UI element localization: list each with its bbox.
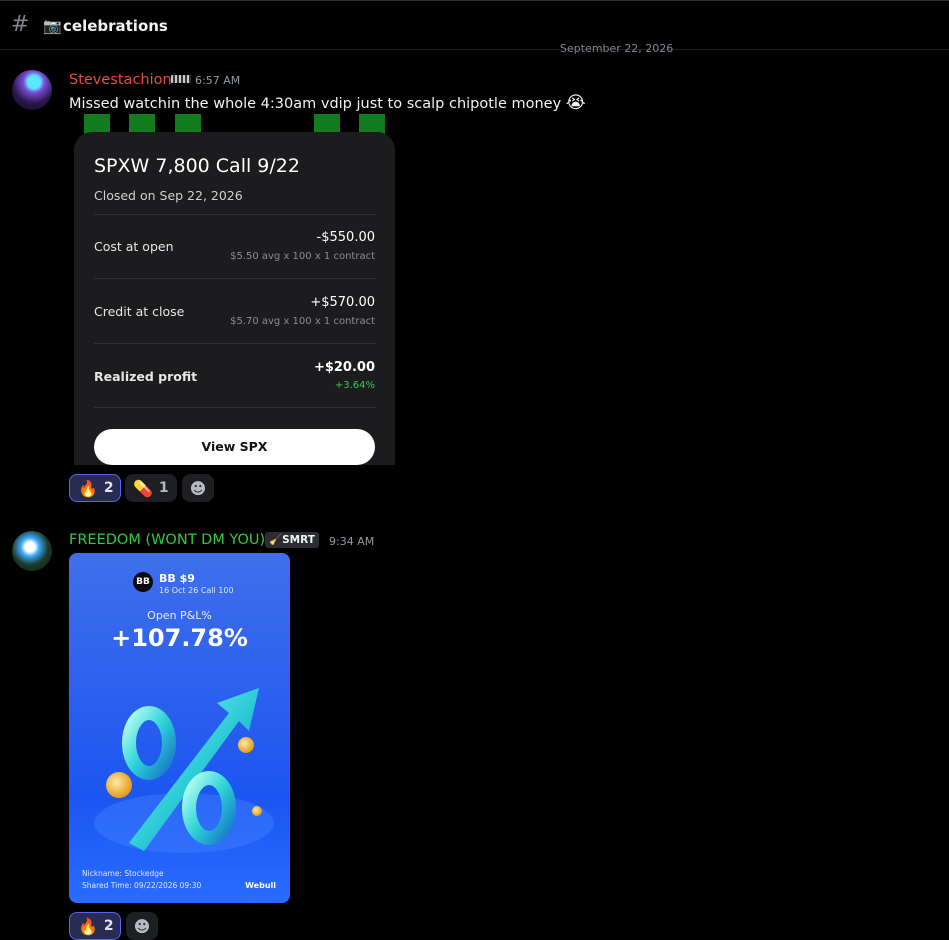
username[interactable]: Stevestachion xyxy=(69,71,172,89)
channel-header: # 📷 celebrations xyxy=(0,0,949,50)
reaction-count: 2 xyxy=(103,480,114,496)
image-attachment[interactable]: BB BB $9 16 Oct 26 Call 100 Open P&L% +1… xyxy=(69,553,290,903)
trade-title: SPXW 7,800 Call 9/22 xyxy=(94,155,300,177)
fire-emoji: 🔥 xyxy=(78,478,98,498)
contract: 16 Oct 26 Call 100 xyxy=(159,586,234,595)
ticker: BB $9 xyxy=(159,572,195,585)
fire-emoji: 🔥 xyxy=(78,916,98,936)
row-label: Cost at open xyxy=(94,239,174,254)
badge-label: SMRT xyxy=(282,534,315,546)
message-timestamp: 9:34 AM xyxy=(329,535,375,548)
smiley-face-icon: ☻ xyxy=(133,916,151,936)
view-spx-button: View SPX xyxy=(94,429,375,465)
pnl-label: Open P&L% xyxy=(147,609,212,622)
reaction-count: 2 xyxy=(103,918,114,934)
camera-emoji: 📷 xyxy=(43,17,62,35)
row-label: Credit at close xyxy=(94,304,185,319)
channel-name[interactable]: celebrations xyxy=(63,17,168,35)
divider xyxy=(94,407,376,408)
hash-icon: # xyxy=(11,12,30,37)
row-value: -$550.00 xyxy=(316,230,375,245)
message-timestamp: 6:57 AM xyxy=(195,74,241,87)
percent-arrow-illustration xyxy=(94,688,274,853)
reaction-pill[interactable]: 💊 1 xyxy=(125,474,177,502)
pnl-value: +107.78% xyxy=(111,624,248,652)
reaction-fire[interactable]: 🔥 2 xyxy=(69,474,121,502)
nickname: Nickname: Stockedge xyxy=(82,869,164,878)
divider xyxy=(94,343,376,344)
row-value: +$570.00 xyxy=(310,295,375,310)
reaction-fire[interactable]: 🔥 2 xyxy=(69,912,121,940)
add-reaction-button[interactable]: ☻ xyxy=(182,474,214,502)
username[interactable]: FREEDOM (WONT DM YOU) xyxy=(69,531,265,549)
date-divider: September 22, 2026 xyxy=(560,42,674,55)
message-text: Missed watchin the whole 4:30am vdip jus… xyxy=(69,93,586,114)
trade-card: SPXW 7,800 Call 9/22 Closed on Sep 22, 2… xyxy=(74,132,395,465)
reaction-count: 1 xyxy=(158,480,169,496)
crying-emoji: 😭 xyxy=(565,93,586,113)
divider xyxy=(94,214,376,215)
add-reaction-button[interactable]: ☻ xyxy=(126,912,158,940)
broom-emoji: 🧹 xyxy=(269,534,283,546)
webull-logo: Webull xyxy=(245,881,276,890)
blackberry-logo: BB xyxy=(133,572,153,592)
shared-time: Shared Time: 09/22/2026 09:30 xyxy=(82,881,202,890)
smiley-face-icon: ☻ xyxy=(189,478,207,498)
message-body: Missed watchin the whole 4:30am vdip jus… xyxy=(69,96,562,112)
row-detail: $5.70 avg x 100 x 1 contract xyxy=(230,316,375,327)
image-attachment[interactable]: SPXW 7,800 Call 9/22 Closed on Sep 22, 2… xyxy=(69,114,400,465)
trade-subtitle: Closed on Sep 22, 2026 xyxy=(94,188,243,203)
row-label: Realized profit xyxy=(94,369,198,384)
server-tag-icon[interactable] xyxy=(171,75,191,83)
role-badge[interactable]: 🧹SMRT xyxy=(265,532,319,548)
row-detail: +3.64% xyxy=(334,380,375,391)
row-value: +$20.00 xyxy=(313,360,375,375)
pill-emoji: 💊 xyxy=(133,478,153,498)
avatar[interactable] xyxy=(12,531,52,571)
divider xyxy=(94,278,376,279)
row-detail: $5.50 avg x 100 x 1 contract xyxy=(230,251,375,262)
avatar[interactable] xyxy=(12,70,52,110)
